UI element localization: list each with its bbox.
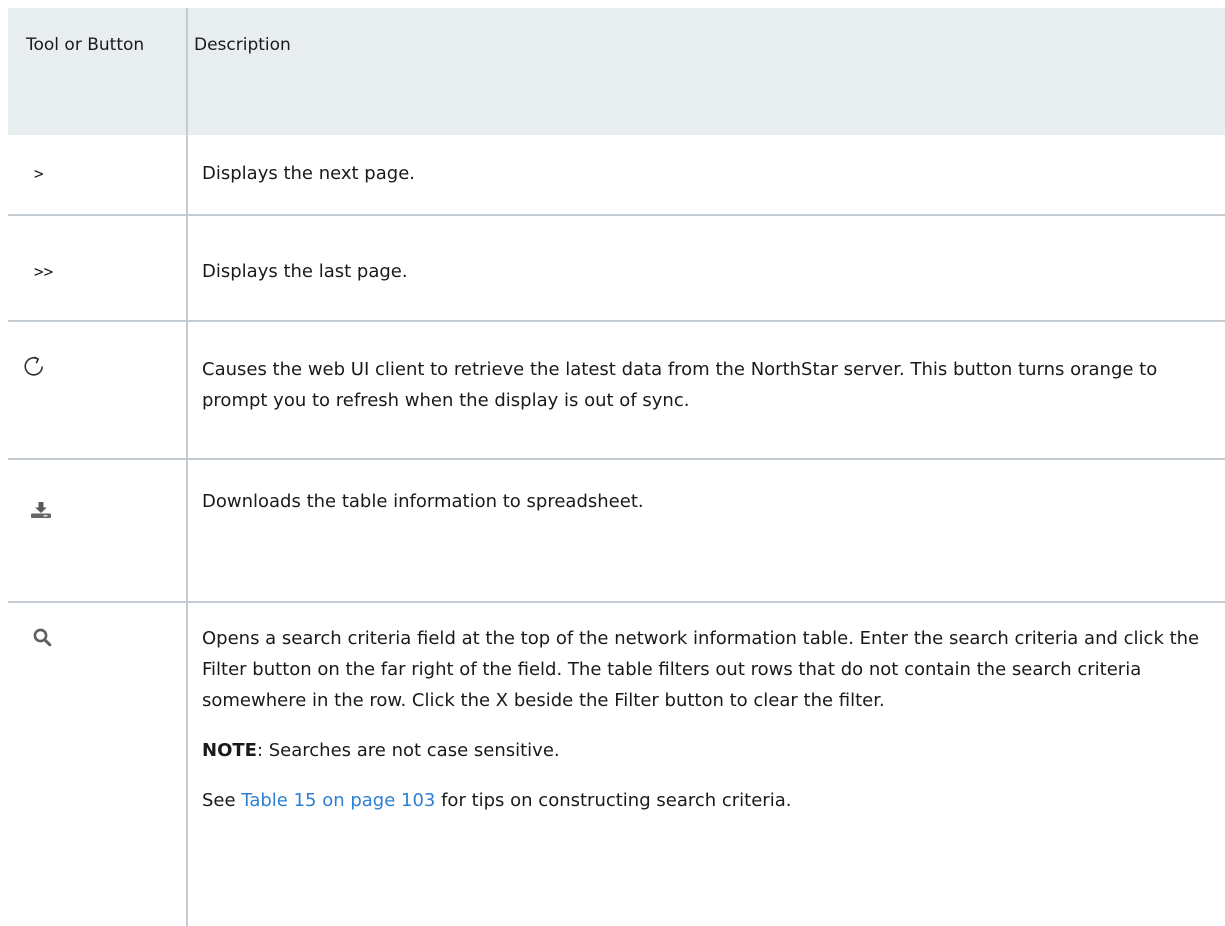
search-description-text: Opens a search criteria field at the top… (202, 628, 1200, 711)
see-suffix: for tips on constructing search criteria… (435, 790, 792, 811)
description-last-page: Displays the last page. (202, 261, 408, 282)
tool-next-page: > (34, 164, 44, 183)
row-divider (8, 320, 1225, 322)
description-search: Opens a search criteria field at the top… (202, 623, 1202, 816)
description-download: Downloads the table information to sprea… (202, 491, 644, 512)
header-description: Description (194, 35, 291, 55)
note-text: : Searches are not case sensitive. (256, 740, 560, 761)
tool-last-page: >> (34, 262, 54, 281)
search-see-also: See Table 15 on page 103 for tips on con… (202, 785, 1202, 816)
note-label: NOTE (202, 740, 257, 761)
see-prefix: See (202, 790, 242, 811)
search-icon (32, 627, 52, 651)
description-refresh: Causes the web UI client to retrieve the… (202, 359, 1158, 411)
refresh-icon (22, 354, 46, 382)
description-next-page: Displays the next page. (202, 163, 415, 184)
tools-table: Tool or Button Description > Displays th… (0, 0, 1225, 926)
row-divider (8, 458, 1225, 460)
download-icon (30, 501, 52, 523)
column-divider (186, 8, 188, 926)
search-note: NOTE: Searches are not case sensitive. (202, 735, 1202, 766)
row-divider (8, 601, 1225, 603)
row-divider (8, 214, 1225, 216)
table-header-row (8, 8, 1225, 135)
header-tool-or-button: Tool or Button (26, 35, 145, 55)
table-15-link[interactable]: Table 15 on page 103 (241, 790, 435, 811)
